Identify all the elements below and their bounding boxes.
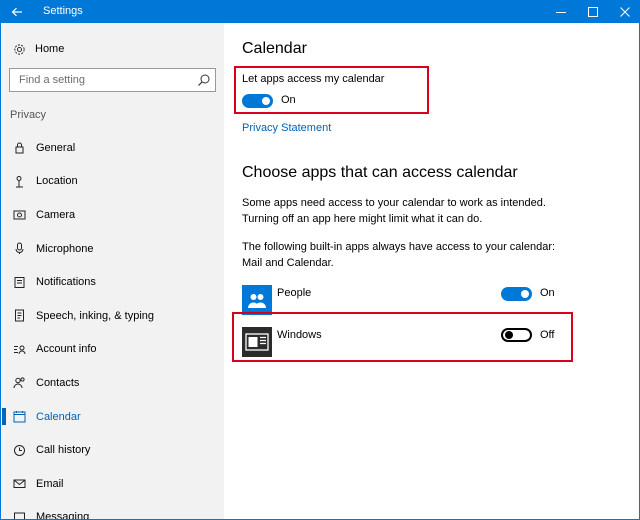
home-nav-item[interactable]: Home <box>12 41 64 57</box>
account-info-icon <box>13 343 26 356</box>
sidebar-item-camera[interactable]: Camera <box>2 198 224 232</box>
sidebar-item-calendar[interactable]: Calendar <box>2 400 224 434</box>
sidebar-item-label: General <box>36 141 76 154</box>
privacy-nav-list: General Location Camera Microphone Notif… <box>2 131 224 520</box>
windows-app-icon <box>242 327 272 357</box>
windows-app-name: Windows <box>277 329 322 341</box>
people-app-icon <box>242 285 272 315</box>
messaging-icon <box>13 511 26 519</box>
search-input[interactable] <box>10 69 190 91</box>
minimize-icon <box>556 11 566 13</box>
calendar-access-toggle[interactable] <box>242 94 273 108</box>
toggle-knob <box>505 331 513 339</box>
maximize-button[interactable] <box>577 0 609 23</box>
sidebar-item-label: Notifications <box>36 276 96 289</box>
sidebar-item-label: Calendar <box>36 410 81 423</box>
sidebar-item-label: Account info <box>36 343 97 356</box>
email-icon <box>13 477 26 490</box>
sidebar-item-label: Contacts <box>36 376 80 389</box>
microphone-icon <box>13 242 26 255</box>
sidebar-item-location[interactable]: Location <box>2 165 224 199</box>
settings-window: Settings Home Privacy Ge <box>0 0 640 520</box>
sidebar-item-label: Location <box>36 175 78 188</box>
lock-icon <box>13 141 26 154</box>
calendar-icon <box>13 410 26 423</box>
sidebar-item-label: Camera <box>36 208 76 221</box>
close-icon <box>620 6 630 17</box>
home-label: Home <box>35 43 65 55</box>
sidebar-item-label: Speech, inking, & typing <box>36 309 155 322</box>
toggle-knob <box>521 290 529 298</box>
page-title: Calendar <box>242 40 307 57</box>
choose-apps-heading: Choose apps that can access calendar <box>242 164 518 181</box>
maximize-icon <box>588 6 598 17</box>
sidebar-item-messaging[interactable]: Messaging <box>2 501 224 520</box>
contacts-icon <box>13 376 26 389</box>
main-content: Calendar Let apps access my calendar On … <box>224 23 639 519</box>
location-icon <box>13 175 26 188</box>
sidebar-item-general[interactable]: General <box>2 131 224 165</box>
windows-access-state: Off <box>540 329 555 341</box>
built-in-apps-note: The following built-in apps always have … <box>242 241 556 269</box>
camera-icon <box>13 208 26 221</box>
call-history-icon <box>13 444 26 457</box>
sidebar-item-microphone[interactable]: Microphone <box>2 232 224 266</box>
close-button[interactable] <box>609 0 639 23</box>
sidebar-item-label: Call history <box>36 444 91 457</box>
speech-inking-icon <box>13 309 26 322</box>
sidebar-item-email[interactable]: Email <box>2 467 224 501</box>
people-access-state: On <box>540 287 555 299</box>
toggle-knob <box>262 97 270 105</box>
sidebar-item-label: Email <box>36 477 64 490</box>
sidebar-item-label: Messaging <box>36 511 90 520</box>
window-title: Settings <box>43 5 83 17</box>
minimize-button[interactable] <box>545 0 577 23</box>
notifications-icon <box>13 276 26 289</box>
sidebar-item-contacts[interactable]: Contacts <box>2 366 224 400</box>
sidebar-item-account-info[interactable]: Account info <box>2 333 224 367</box>
people-access-toggle[interactable] <box>501 287 532 301</box>
privacy-section-label: Privacy <box>10 109 47 121</box>
sidebar-item-speech[interactable]: Speech, inking, & typing <box>2 299 224 333</box>
sidebar-item-notifications[interactable]: Notifications <box>2 265 224 299</box>
search-icon[interactable] <box>197 73 211 87</box>
apps-description: Some apps need access to your calendar t… <box>242 197 546 225</box>
back-button[interactable] <box>1 0 33 23</box>
title-bar: Settings <box>1 0 639 23</box>
gear-icon <box>12 42 26 56</box>
sidebar-item-call-history[interactable]: Call history <box>2 433 224 467</box>
calendar-access-label: Let apps access my calendar <box>242 73 385 85</box>
calendar-access-state: On <box>281 94 296 106</box>
back-arrow-icon <box>11 7 22 16</box>
sidebar: Home Privacy General Location Camera <box>2 23 224 520</box>
people-app-name: People <box>277 287 312 299</box>
sidebar-item-label: Microphone <box>36 242 94 255</box>
privacy-statement-link[interactable]: Privacy Statement <box>242 122 331 134</box>
windows-access-toggle[interactable] <box>501 328 532 342</box>
search-box[interactable] <box>9 68 216 92</box>
